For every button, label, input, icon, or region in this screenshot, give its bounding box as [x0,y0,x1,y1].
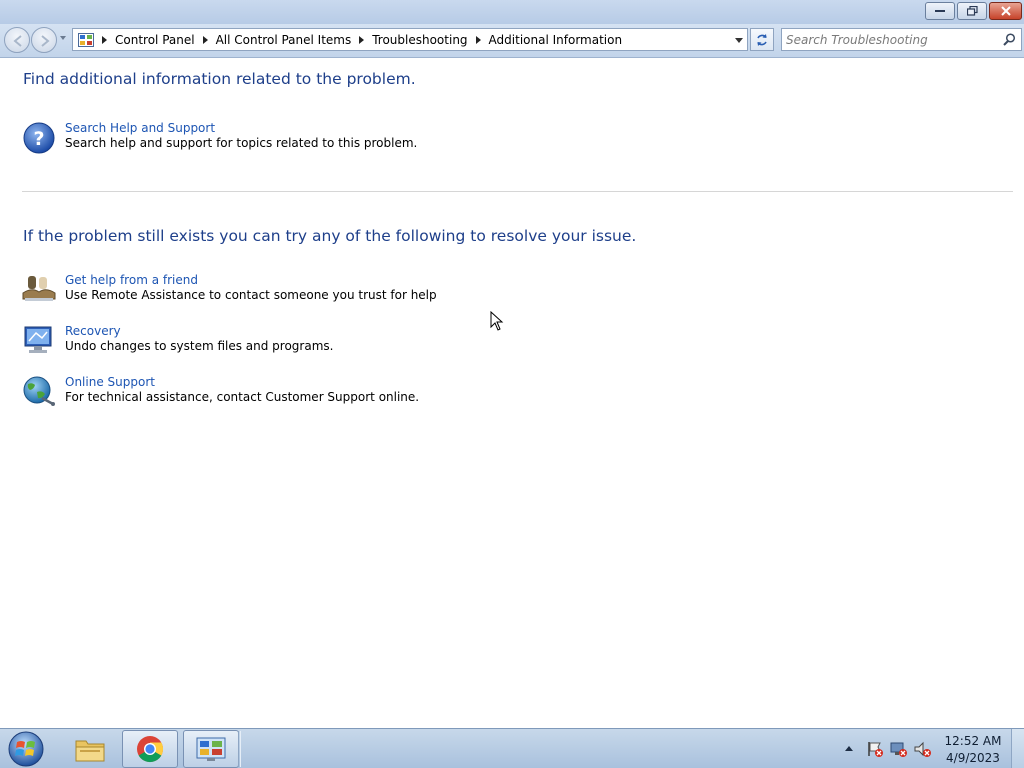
refresh-icon [757,33,767,46]
list-item-search-help[interactable]: ? Search Help and Support Search help an… [22,121,442,157]
mouse-cursor-icon [490,311,504,331]
list-item-online-support[interactable]: Online Support For technical assistance,… [22,375,442,411]
recovery-icon [24,326,52,353]
system-clock[interactable]: 12:52 AM 4/9/2023 [940,733,1006,767]
restore-button[interactable] [957,2,987,20]
show-hidden-icons-button[interactable] [845,746,853,751]
control-panel-icon [196,737,226,761]
address-history-dropdown[interactable] [735,38,743,43]
svg-text:?: ? [33,128,44,150]
window-titlebar [0,0,1024,24]
list-item-get-help-friend[interactable]: Get help from a friend Use Remote Assist… [22,273,442,309]
recovery-link[interactable]: Recovery [65,324,121,338]
breadcrumb-separator-icon[interactable] [475,35,481,44]
breadcrumb-separator-icon[interactable] [102,35,107,44]
section-heading: If the problem still exists you can try … [23,227,637,245]
online-support-globe-icon [23,376,55,406]
show-desktop-button[interactable] [1011,729,1024,768]
clock-time: 12:52 AM [944,734,1002,748]
breadcrumb-all-control-panel-items[interactable]: All Control Panel Items [216,33,352,47]
close-button[interactable] [989,2,1022,20]
clock-date: 4/9/2023 [946,751,1000,765]
search-help-description: Search help and support for topics relat… [65,136,418,150]
content-pane: Find additional information related to t… [0,59,1024,728]
forward-arrow-icon [41,35,50,47]
breadcrumb-separator-icon[interactable] [202,35,208,44]
get-help-from-friend-link[interactable]: Get help from a friend [65,273,198,287]
recent-pages-dropdown[interactable] [60,36,66,40]
minimize-button[interactable] [925,2,955,20]
remote-assistance-icon [22,276,56,301]
control-panel-icon [78,32,94,47]
taskbar-chrome[interactable] [122,730,178,768]
recovery-description: Undo changes to system files and program… [65,339,334,353]
minimize-icon [935,10,945,12]
navigation-bar: Control Panel All Control Panel Items Tr… [0,24,1024,58]
back-arrow-icon [13,35,22,47]
start-button[interactable] [6,730,46,768]
restore-icon [966,6,978,16]
breadcrumb-separator-icon[interactable] [359,35,365,44]
refresh-button[interactable] [750,28,774,51]
get-help-from-friend-description: Use Remote Assistance to contact someone… [65,288,437,302]
taskbar: 12:52 AM 4/9/2023 [0,728,1024,768]
taskbar-file-explorer[interactable] [62,730,118,768]
breadcrumb-control-panel[interactable]: Control Panel [115,33,195,47]
forward-button[interactable] [31,27,57,53]
file-explorer-icon [75,740,105,762]
breadcrumb-additional-information[interactable]: Additional Information [489,33,623,47]
back-button[interactable] [4,27,30,53]
online-support-link[interactable]: Online Support [65,375,155,389]
chrome-icon [137,736,164,763]
help-question-icon: ? [23,122,55,154]
address-bar[interactable]: Control Panel All Control Panel Items Tr… [72,28,748,51]
section-divider [22,191,1013,192]
search-icon[interactable] [1003,33,1016,46]
windows-start-orb-icon [8,731,44,767]
close-icon [1000,6,1011,16]
list-item-recovery[interactable]: Recovery Undo changes to system files an… [22,324,442,360]
search-input[interactable] [786,32,996,47]
volume-muted-icon[interactable] [914,741,932,757]
search-box[interactable] [781,28,1022,51]
online-support-description: For technical assistance, contact Custom… [65,390,420,404]
breadcrumb-troubleshooting[interactable]: Troubleshooting [372,33,467,47]
network-icon[interactable] [890,741,908,757]
action-center-icon[interactable] [866,741,884,757]
search-help-link[interactable]: Search Help and Support [65,121,215,135]
page-heading: Find additional information related to t… [23,70,416,88]
taskbar-control-panel[interactable] [183,730,239,768]
taskbar-divider [238,731,241,767]
